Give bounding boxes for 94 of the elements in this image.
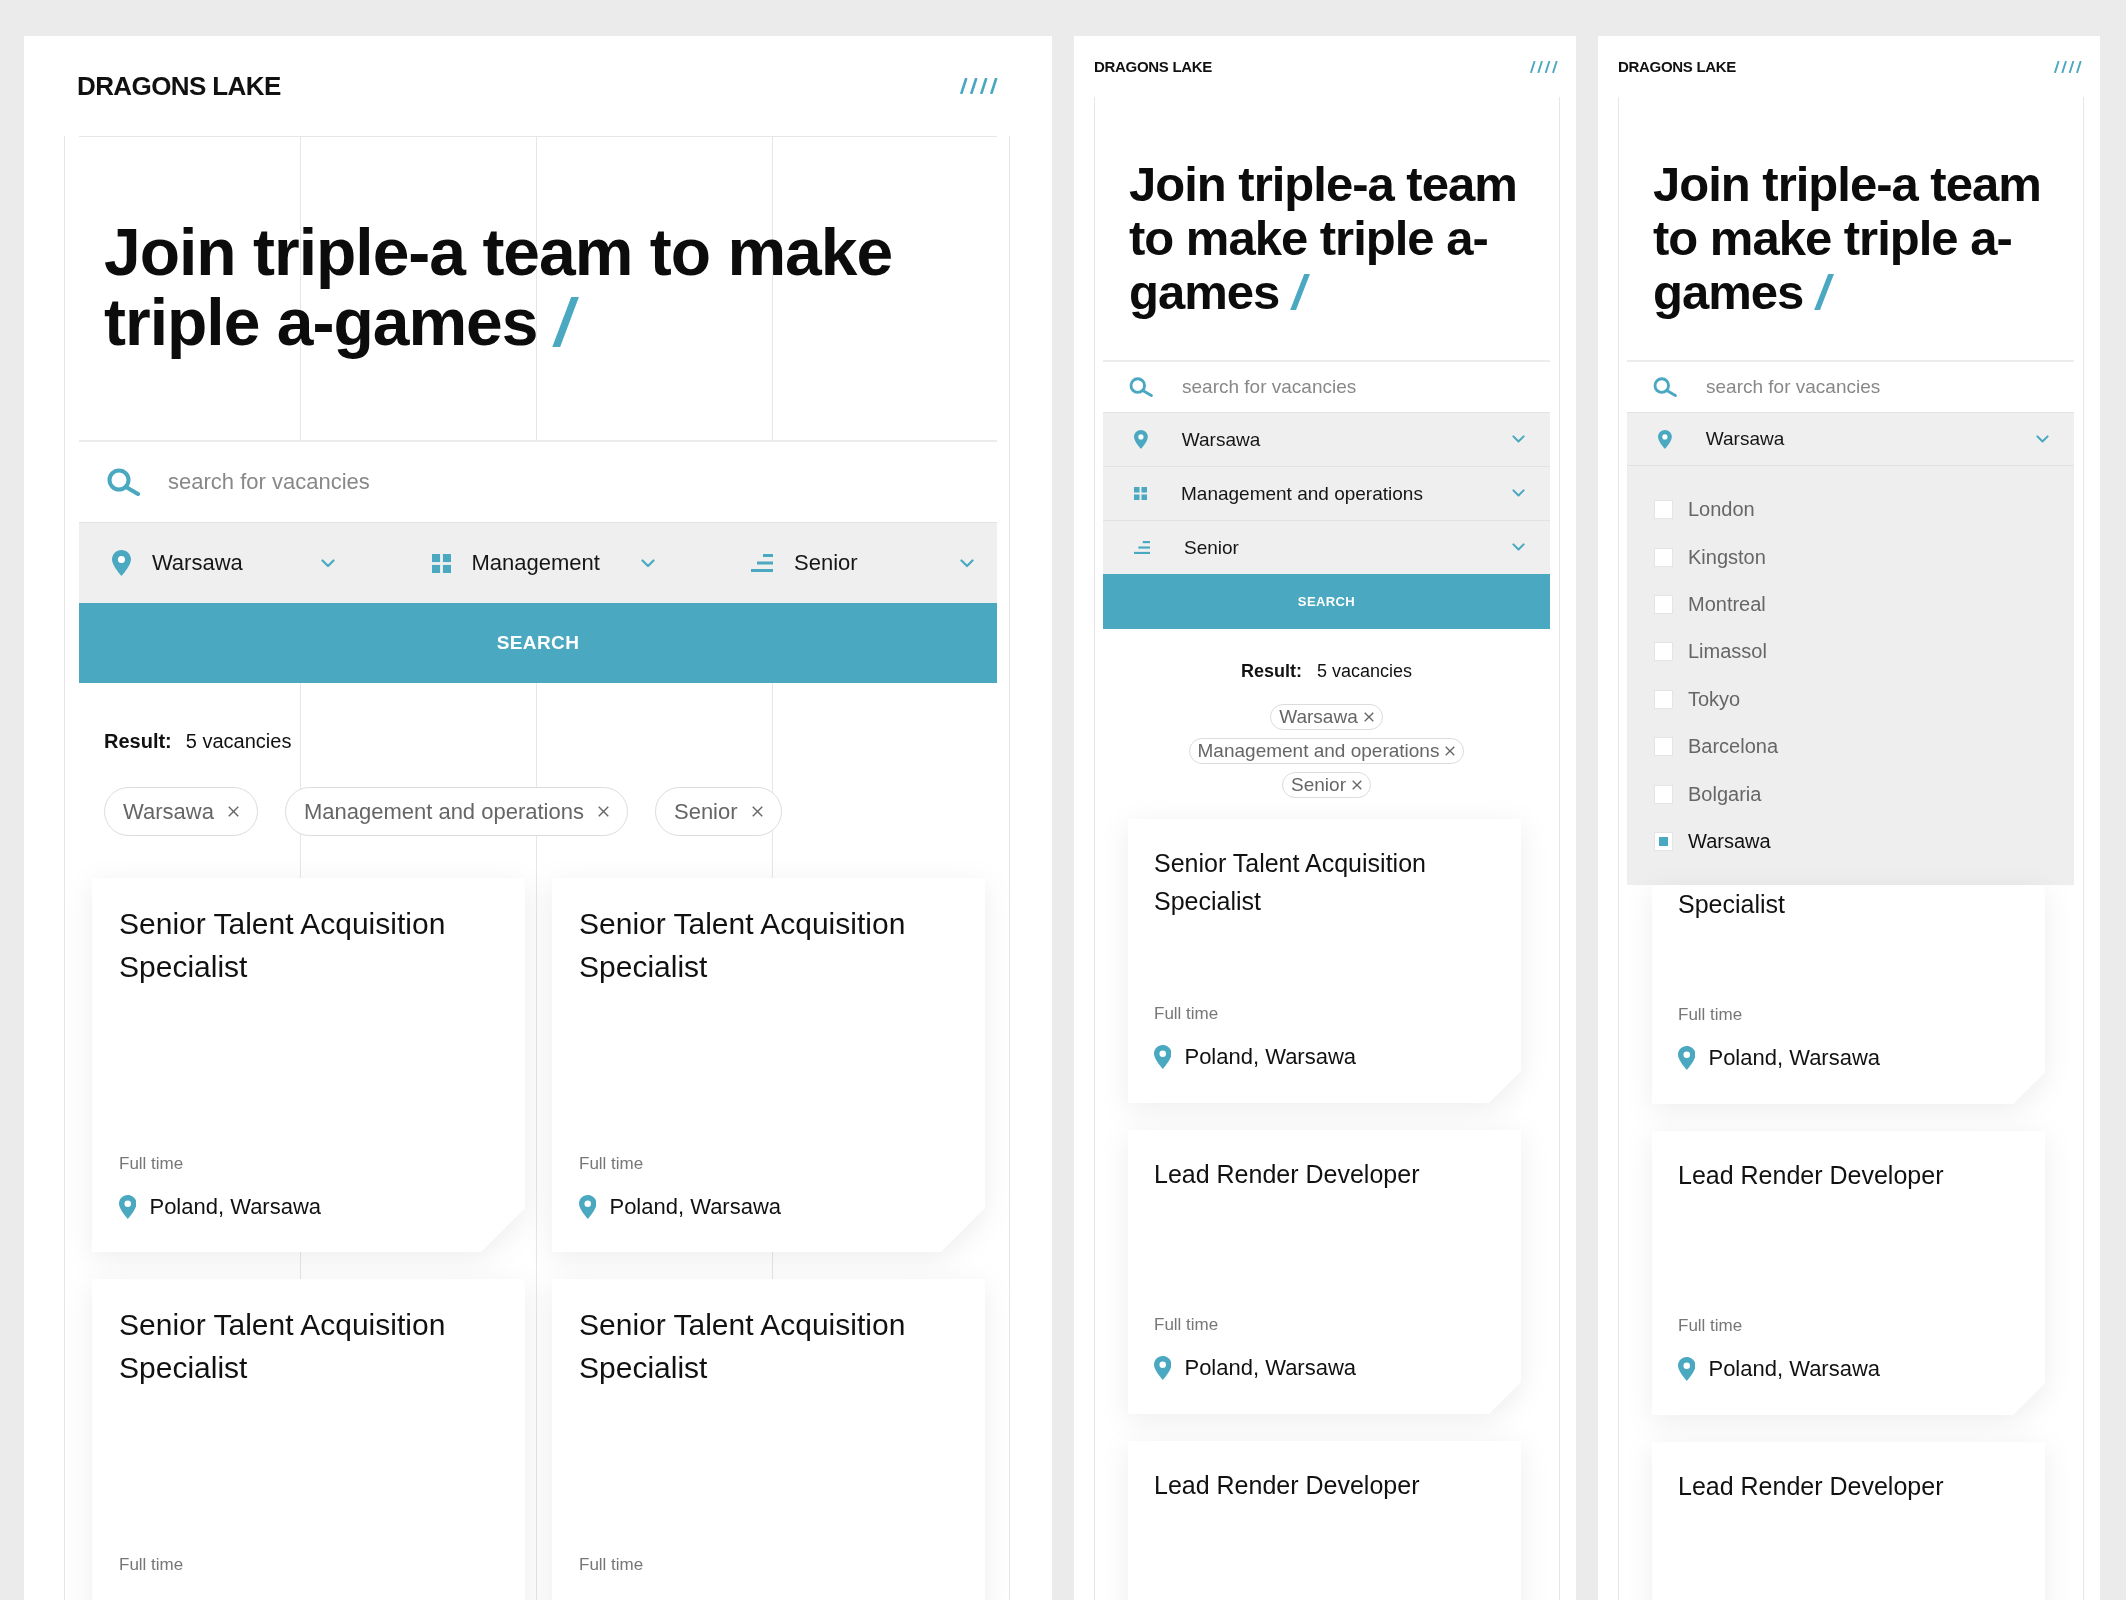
dropdown-select[interactable]: Warsawa [112, 541, 335, 585]
location-pin-icon [112, 550, 131, 576]
filter-chip[interactable]: Senior [1282, 772, 1371, 798]
stacked-lines-icon [1134, 540, 1150, 555]
dropdown-option[interactable]: Kingston [1627, 533, 2074, 581]
filter-chip[interactable]: Warsawa [104, 787, 258, 836]
checkbox[interactable] [1654, 547, 1673, 567]
location-pin-icon [579, 1195, 597, 1219]
location-pin-icon [119, 1195, 137, 1219]
checkbox[interactable] [1654, 737, 1673, 757]
employment-type: Full time [1678, 1006, 1744, 1025]
dropdown-select[interactable]: Management and operations [1103, 466, 1550, 520]
location-pin-icon [1678, 1357, 1696, 1382]
dropdown-option[interactable]: Limassol [1627, 628, 2074, 676]
chevron-down-icon [640, 558, 655, 568]
job-title: Lead Render Developer [1154, 1470, 1421, 1501]
filter-chip[interactable]: Management and operations [284, 787, 628, 836]
dropdown-option[interactable]: Warsawa [1627, 817, 2074, 866]
brand-logo[interactable]: DRAGONS LAKE [1618, 58, 1737, 75]
job-title: Lead Render Developer [1678, 1160, 1945, 1192]
job-location: Poland, Warsawa [1708, 1356, 1881, 1383]
job-location: Poland, Warsawa [1184, 1355, 1357, 1381]
location-pin-icon [1678, 1046, 1696, 1071]
filter-chip[interactable]: Senior [654, 787, 782, 836]
job-location: Poland, Warsawa [609, 1194, 782, 1220]
employment-type: Full time [1154, 1316, 1220, 1334]
chevron-down-icon [2036, 434, 2049, 444]
filter-chip[interactable]: Warsawa [1270, 704, 1383, 730]
location-pin-icon [1658, 429, 1672, 449]
employment-type: Full time [579, 1556, 645, 1574]
chevron-down-icon [1512, 435, 1525, 444]
dropdown-select[interactable]: Senior [1103, 520, 1550, 574]
checkbox[interactable] [1654, 642, 1673, 662]
checkbox[interactable] [1654, 784, 1673, 804]
dropdown-select[interactable]: Senior [751, 541, 974, 585]
hero-title: Join triple-a team to make triple a-games / [1129, 157, 1518, 319]
hero-title: Join triple-a team to make triple a-games / [104, 217, 894, 357]
job-title: Senior Talent Acquisition Specialist [579, 1307, 907, 1386]
job-location: Poland, Warsawa [1184, 1044, 1357, 1070]
employment-type: Full time [119, 1556, 185, 1574]
checkbox[interactable] [1654, 500, 1673, 520]
employment-type: Full time [1154, 1005, 1220, 1023]
checkbox[interactable] [1654, 594, 1673, 614]
dropdown-option[interactable]: Tokyo [1627, 675, 2074, 723]
job-title: Senior Talent Acquisition Specialist [579, 906, 907, 985]
job-title: Lead Render Developer [1678, 1471, 1945, 1503]
checkbox[interactable] [1654, 831, 1673, 851]
search-field[interactable]: search for vacancies [168, 442, 997, 522]
location-pin-icon [1154, 1045, 1172, 1069]
chevron-down-icon [321, 558, 335, 568]
search-icon [1129, 377, 1153, 397]
close-icon[interactable] [1363, 712, 1374, 722]
stacked-lines-icon [751, 554, 773, 572]
grid-icon [431, 553, 451, 573]
dropdown-option[interactable]: Montreal [1627, 580, 2074, 629]
grid-icon [1134, 487, 1147, 500]
checkbox[interactable] [1654, 689, 1673, 709]
search-field[interactable]: search for vacancies [1706, 362, 2074, 412]
job-title: Senior Talent Acquisition Specialist [119, 1307, 447, 1386]
chevron-down-icon [1512, 543, 1525, 552]
job-title: Specialist [1678, 889, 1786, 921]
dropdown-option[interactable]: London [1627, 486, 2074, 534]
dropdown-select[interactable]: Warsawa [1627, 412, 2074, 466]
dropdown-select[interactable]: Warsawa [1103, 412, 1550, 466]
filter-chip[interactable]: Management and operations [1188, 738, 1465, 764]
close-icon[interactable] [227, 806, 239, 817]
menu-icon[interactable] [1530, 60, 1558, 73]
hero-title: Join triple-a team to make triple a-games / [1653, 157, 2042, 319]
employment-type: Full time [579, 1155, 645, 1173]
location-pin-icon [1134, 430, 1148, 449]
location-pin-icon [1154, 1356, 1172, 1380]
search-field[interactable]: search for vacancies [1182, 362, 1550, 412]
close-icon[interactable] [1351, 780, 1362, 790]
job-title: Lead Render Developer [1154, 1159, 1421, 1190]
close-icon[interactable] [1445, 746, 1456, 756]
dropdown-option[interactable]: Barcelona [1627, 722, 2074, 771]
employment-type: Full time [119, 1155, 185, 1173]
close-icon[interactable] [751, 806, 763, 817]
job-title: Senior Talent Acquisition Specialist [1154, 848, 1427, 917]
menu-icon[interactable] [960, 78, 998, 94]
search-icon [107, 468, 140, 496]
menu-icon[interactable] [2054, 60, 2082, 73]
brand-logo[interactable]: DRAGONS LAKE [1094, 58, 1213, 75]
job-title: Senior Talent Acquisition Specialist [119, 906, 447, 985]
dropdown-option[interactable]: Bolgaria [1627, 770, 2074, 818]
brand-logo[interactable]: DRAGONS LAKE [77, 70, 281, 102]
chevron-down-icon [960, 558, 974, 568]
chevron-down-icon [1512, 489, 1525, 498]
search-icon [1653, 377, 1677, 397]
employment-type: Full time [1678, 1317, 1744, 1336]
close-icon[interactable] [597, 806, 609, 817]
job-location: Poland, Warsawa [1708, 1045, 1881, 1072]
job-location: Poland, Warsawa [149, 1194, 322, 1220]
dropdown-select[interactable]: Management [431, 541, 655, 585]
